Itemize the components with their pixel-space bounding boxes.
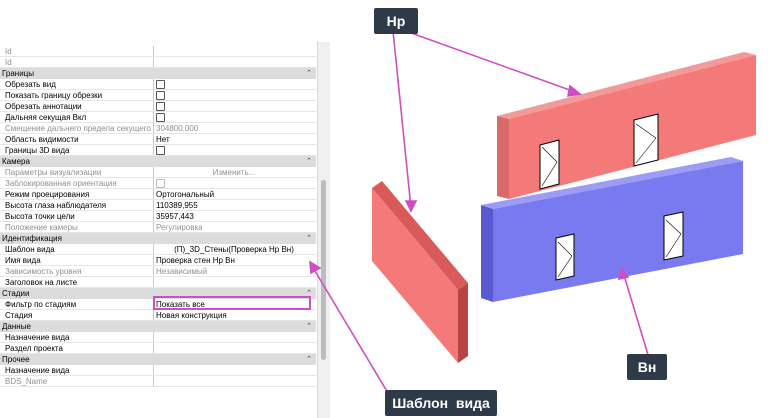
- callout-vn: Вн: [627, 354, 667, 380]
- left-wall: [372, 181, 468, 363]
- callout-view-template: Шаблон вида: [385, 390, 497, 416]
- callout-hr: Нр: [374, 8, 418, 34]
